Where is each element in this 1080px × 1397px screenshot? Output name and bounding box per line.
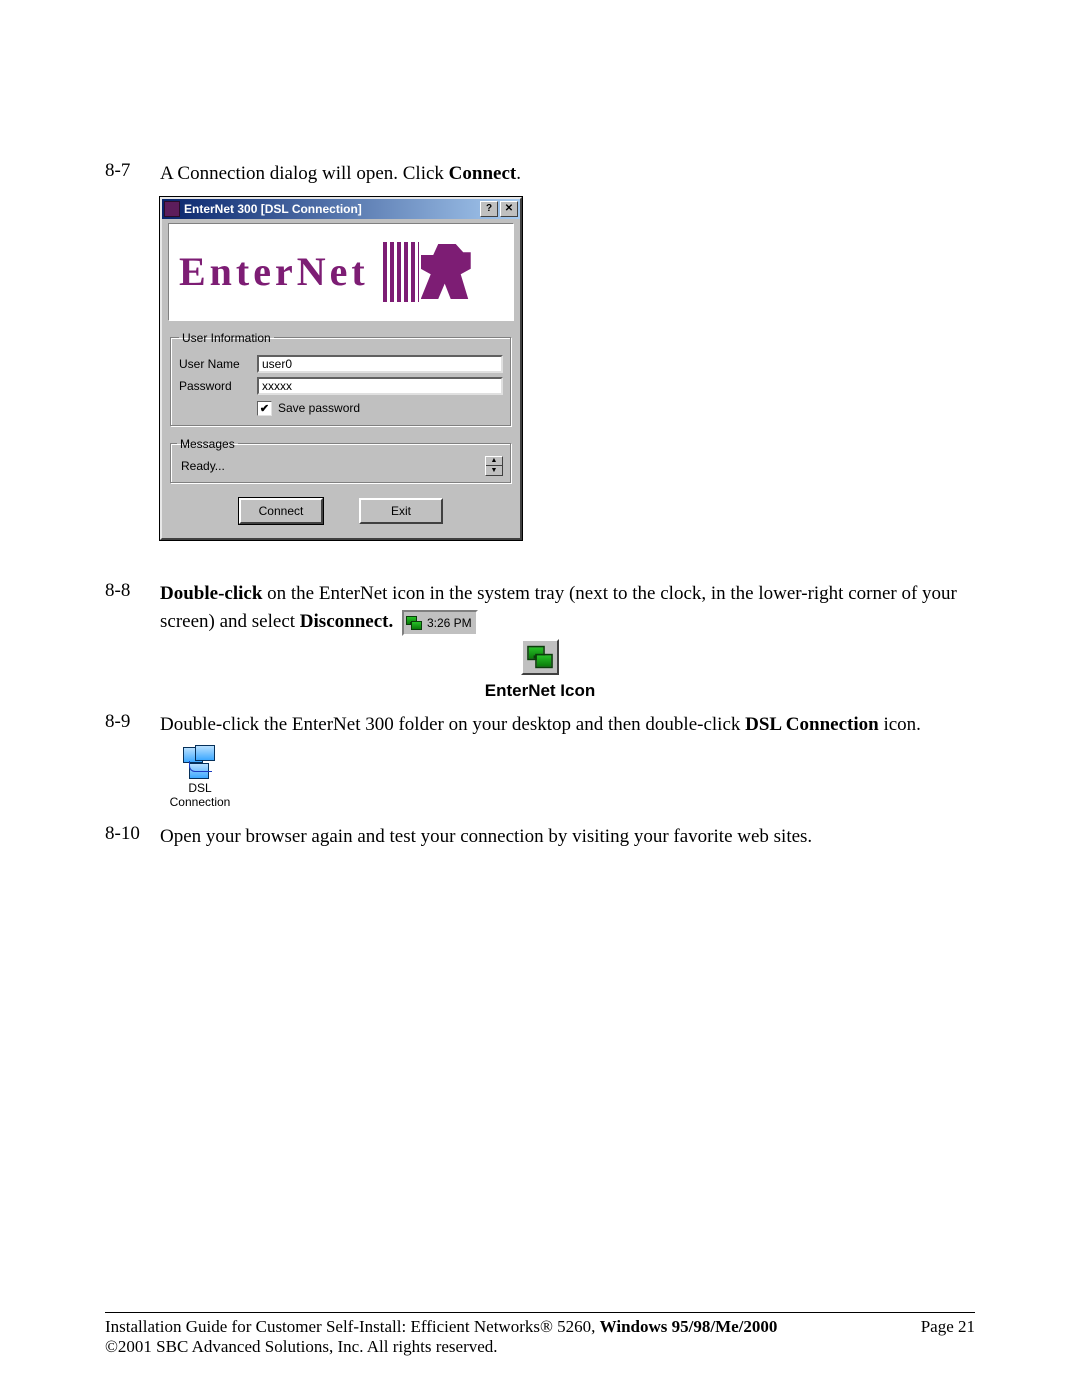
logo-stripes-icon xyxy=(383,242,419,302)
save-password-row[interactable]: ✔ Save password xyxy=(257,401,503,416)
step-8-8: 8-8 Double-click on the EnterNet icon in… xyxy=(105,580,975,637)
footer-text-bold: Windows 95/98/Me/2000 xyxy=(600,1317,778,1336)
username-row: User Name xyxy=(179,355,503,373)
dialog-title: EnterNet 300 [DSL Connection] xyxy=(184,202,480,216)
network-tray-icon[interactable] xyxy=(406,615,422,631)
system-tray[interactable]: 3:26 PM xyxy=(402,610,478,636)
text-bold: DSL Connection xyxy=(745,714,879,735)
text: A Connection dialog will open. Click xyxy=(160,163,449,184)
dsl-connection-icon xyxy=(183,745,217,779)
messages-group: Messages Ready... ▲ ▼ xyxy=(170,437,512,484)
save-password-checkbox[interactable]: ✔ xyxy=(257,401,272,416)
step-number: 8-9 xyxy=(105,711,160,733)
logo-figure-icon xyxy=(421,244,471,299)
text: icon. xyxy=(879,714,921,735)
password-input[interactable] xyxy=(257,377,503,395)
tray-clock: 3:26 PM xyxy=(427,614,472,632)
username-input[interactable] xyxy=(257,355,503,373)
enternet-icon-block: EnterNet Icon xyxy=(475,639,605,701)
dialog-titlebar[interactable]: EnterNet 300 [DSL Connection] ? ✕ xyxy=(162,199,520,219)
messages-box: Ready... ▲ ▼ xyxy=(177,455,505,477)
text-bold: Disconnect. xyxy=(300,611,393,632)
connect-button[interactable]: Connect xyxy=(239,498,323,524)
messages-text: Ready... xyxy=(181,459,225,473)
help-button[interactable]: ? xyxy=(480,201,498,217)
document-page: 8-7 A Connection dialog will open. Click… xyxy=(0,0,1080,1397)
step-number: 8-7 xyxy=(105,160,160,182)
footer-left: Installation Guide for Customer Self-Ins… xyxy=(105,1317,881,1357)
step-text: A Connection dialog will open. Click Con… xyxy=(160,160,975,189)
dialog-button-row: Connect Exit xyxy=(168,488,514,528)
text: . xyxy=(516,163,521,184)
step-number: 8-8 xyxy=(105,580,160,602)
messages-spinner[interactable]: ▲ ▼ xyxy=(485,456,503,476)
text: on the EnterNet icon in the system tray … xyxy=(160,583,957,633)
step-8-10: 8-10 Open your browser again and test yo… xyxy=(105,823,975,852)
fieldset-legend: User Information xyxy=(179,331,274,345)
shortcut-label-line1: DSL xyxy=(160,781,240,795)
step-text: Double-click on the EnterNet icon in the… xyxy=(160,580,975,637)
step-8-9: 8-9 Double-click the EnterNet 300 folder… xyxy=(105,711,975,740)
footer-copyright: ©2001 SBC Advanced Solutions, Inc. All r… xyxy=(105,1337,881,1357)
spin-up-icon[interactable]: ▲ xyxy=(486,457,502,467)
text-bold: Connect xyxy=(449,163,517,184)
text: Double-click the EnterNet 300 folder on … xyxy=(160,714,745,735)
page-number: Page 21 xyxy=(881,1317,975,1357)
system-tray-graphic: 3:26 PM xyxy=(402,610,478,636)
shortcut-label-line2: Connection xyxy=(160,795,240,809)
close-button[interactable]: ✕ xyxy=(500,201,518,217)
enternet-icon-caption: EnterNet Icon xyxy=(475,681,605,701)
spin-down-icon[interactable]: ▼ xyxy=(486,466,502,475)
step-8-7: 8-7 A Connection dialog will open. Click… xyxy=(105,160,975,189)
logo-area: EnterNet xyxy=(168,223,514,321)
dsl-connection-shortcut[interactable]: DSL Connection xyxy=(160,745,240,809)
username-label: User Name xyxy=(179,357,257,371)
app-icon xyxy=(164,201,180,217)
user-information-group: User Information User Name Password ✔ Sa… xyxy=(170,331,512,427)
step-text: Double-click the EnterNet 300 folder on … xyxy=(160,711,975,740)
enternet-icon-large xyxy=(521,639,559,675)
enternet-logo-mark xyxy=(383,238,473,306)
network-icon xyxy=(527,644,553,670)
password-row: Password xyxy=(179,377,503,395)
dialog-body: EnterNet User Information User Name Pass… xyxy=(162,219,520,538)
step-text: Open your browser again and test your co… xyxy=(160,823,975,852)
password-label: Password xyxy=(179,379,257,393)
page-footer: Installation Guide for Customer Self-Ins… xyxy=(105,1312,975,1357)
enternet-logo-text: EnterNet xyxy=(179,248,369,295)
step-number: 8-10 xyxy=(105,823,160,845)
save-password-label: Save password xyxy=(278,401,360,415)
connection-dialog: EnterNet 300 [DSL Connection] ? ✕ EnterN… xyxy=(160,197,522,540)
exit-button[interactable]: Exit xyxy=(359,498,443,524)
footer-text: Installation Guide for Customer Self-Ins… xyxy=(105,1317,600,1336)
text-bold: Double-click xyxy=(160,583,262,604)
fieldset-legend: Messages xyxy=(177,437,238,451)
